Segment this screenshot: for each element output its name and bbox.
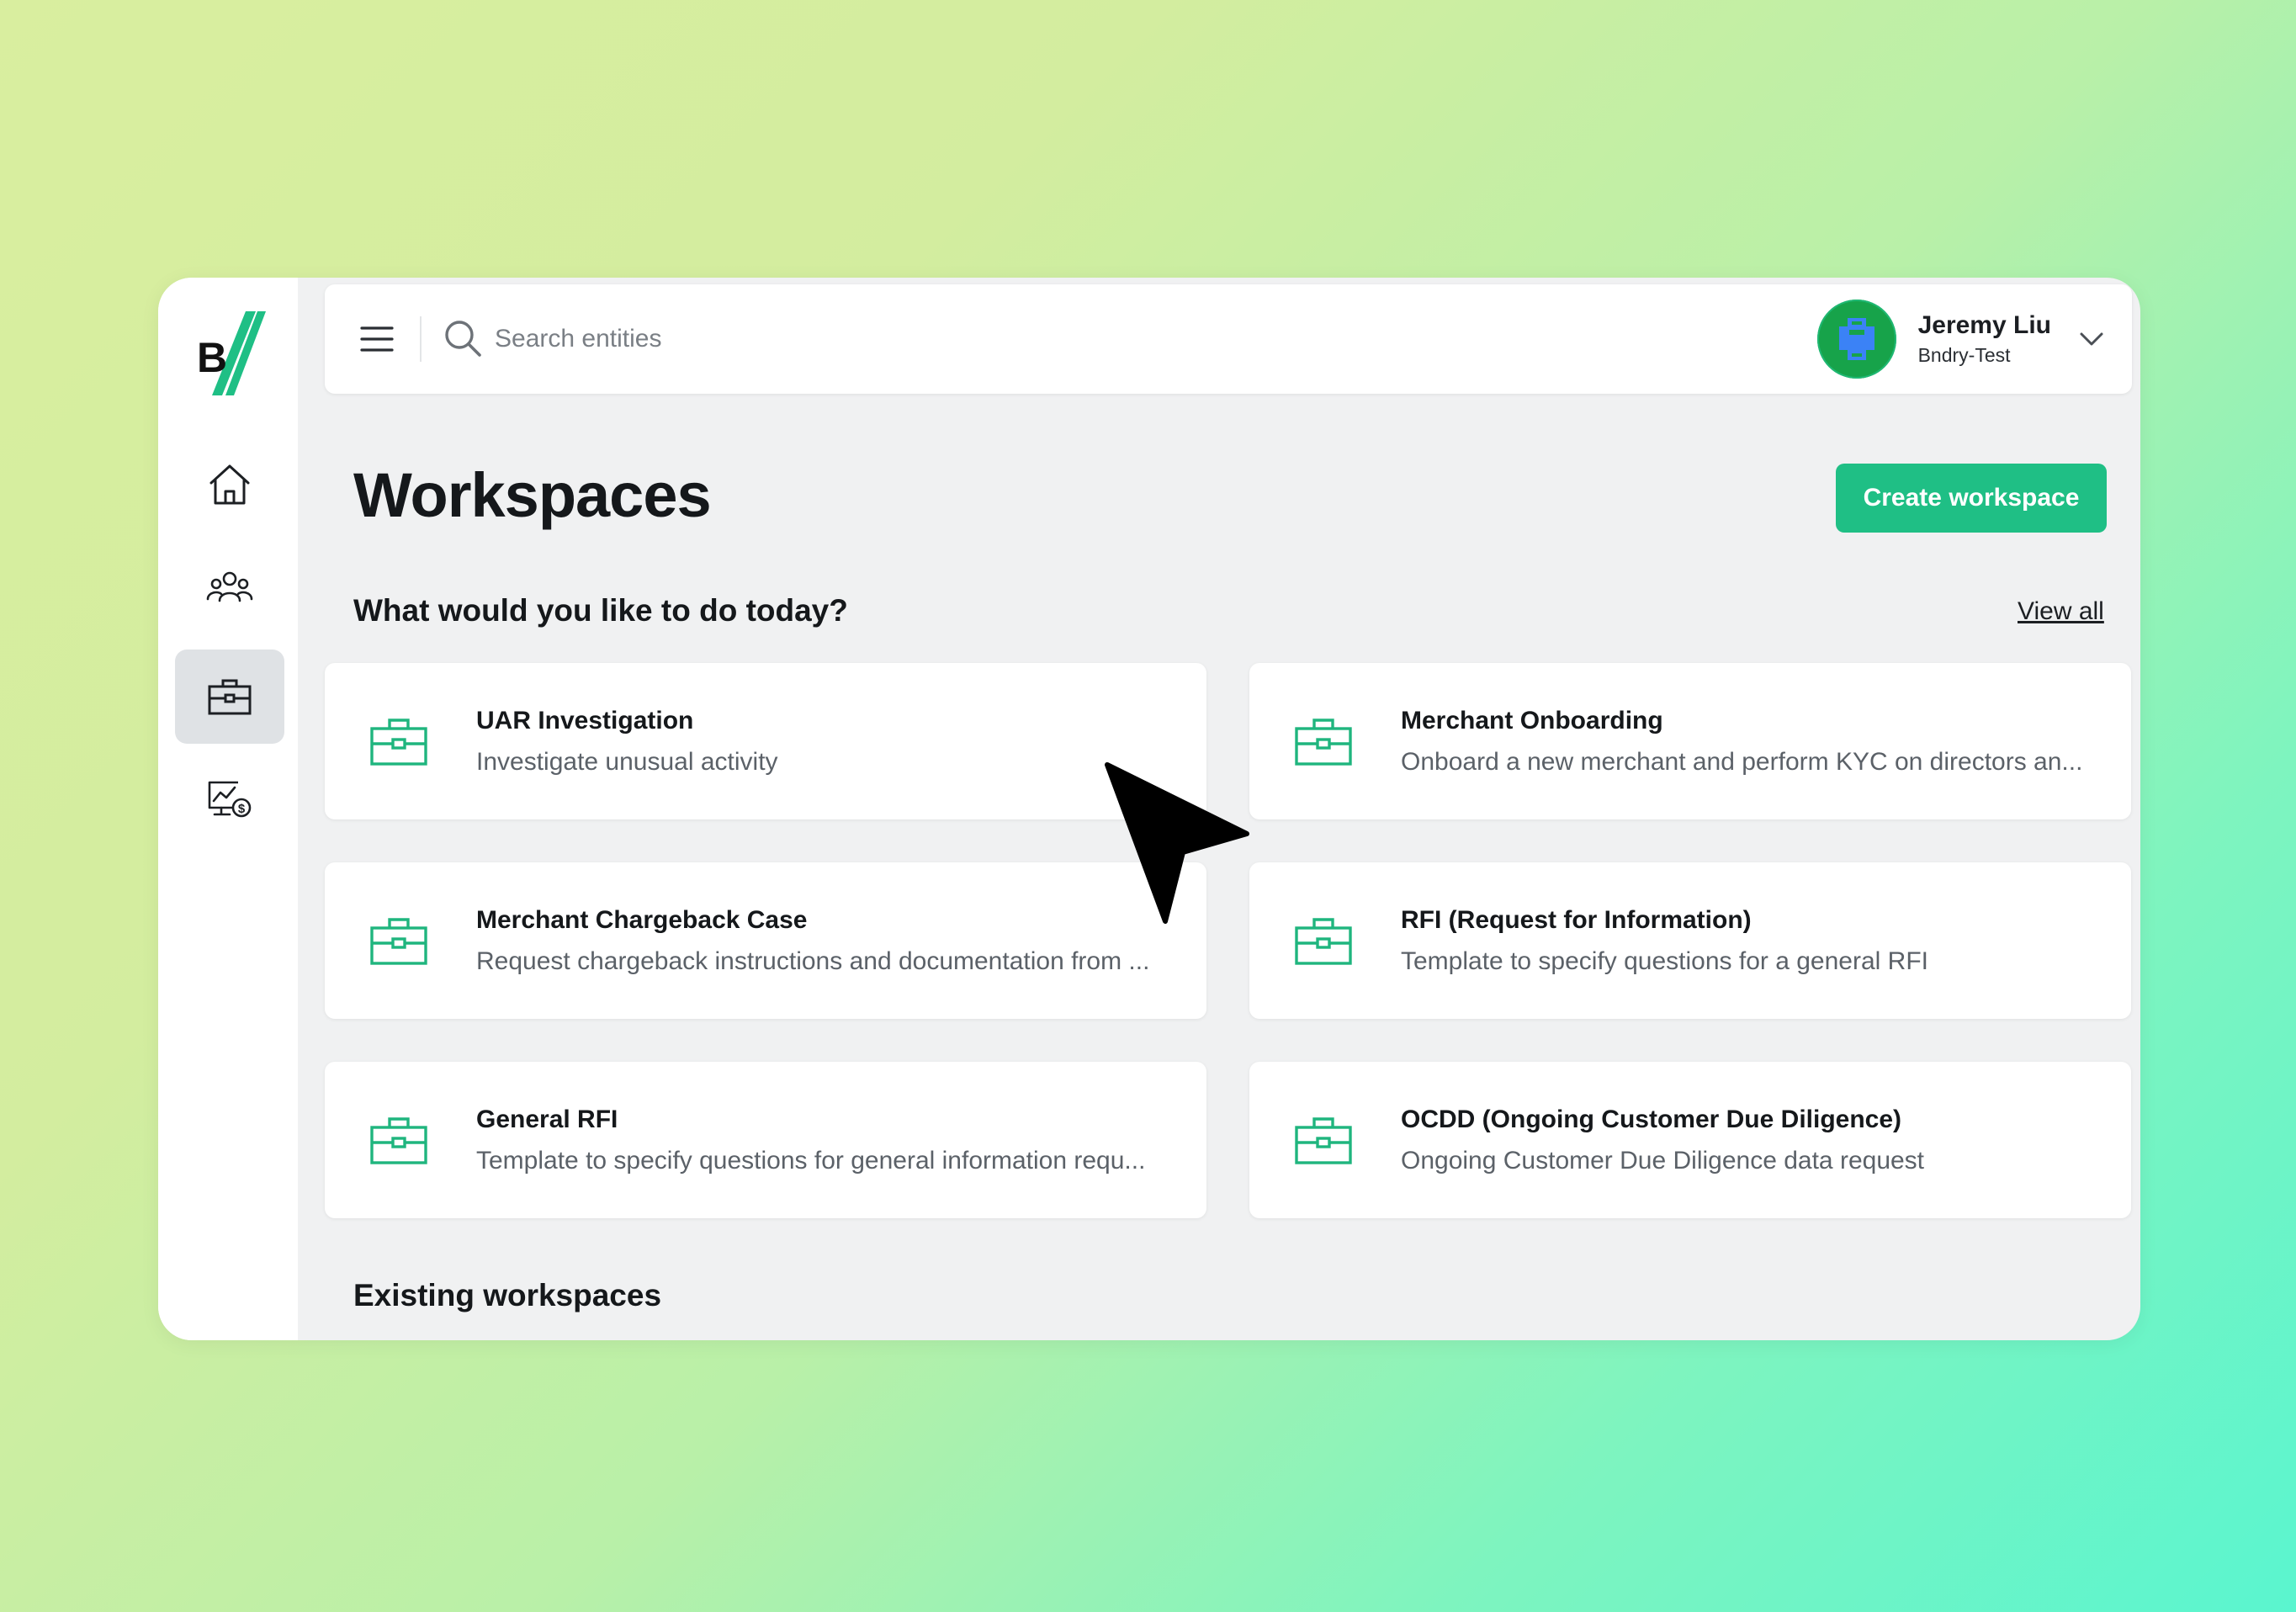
template-card-general-rfi[interactable]: General RFI Template to specify question…	[325, 1062, 1206, 1218]
people-icon	[206, 571, 253, 602]
sidebar-item-workspaces[interactable]	[175, 650, 284, 744]
template-card-merchant-onboarding[interactable]: Merchant Onboarding Onboard a new mercha…	[1249, 663, 2131, 819]
card-title: General RFI	[476, 1106, 618, 1133]
user-menu[interactable]: Jeremy Liu Bndry-Test	[1816, 299, 2107, 379]
card-description: Template to specify questions for genera…	[476, 1147, 1146, 1175]
card-description: Request chargeback instructions and docu…	[476, 947, 1150, 975]
card-description: Onboard a new merchant and perform KYC o…	[1401, 748, 2083, 776]
page-title: Workspaces	[353, 460, 712, 530]
sidebar-item-entities[interactable]	[175, 540, 284, 634]
avatar	[1816, 300, 1896, 379]
logo-letter: B	[197, 334, 227, 381]
menu-button[interactable]	[357, 319, 397, 359]
briefcase-icon	[208, 679, 252, 715]
card-title: RFI (Request for Information)	[1401, 906, 1752, 934]
search-input[interactable]	[495, 315, 1252, 363]
template-card-merchant-chargeback[interactable]: Merchant Chargeback Case Request chargeb…	[325, 862, 1206, 1019]
template-card-uar-investigation[interactable]: UAR Investigation Investigate unusual ac…	[325, 663, 1206, 819]
topbar-divider	[420, 316, 422, 362]
briefcase-icon	[1295, 719, 1352, 766]
hamburger-icon	[360, 326, 394, 352]
user-info: Jeremy Liu Bndry-Test	[1918, 310, 2051, 369]
briefcase-icon	[370, 1117, 427, 1164]
card-description: Template to specify questions for a gene…	[1401, 947, 1928, 975]
sidebar-item-home[interactable]	[175, 437, 284, 532]
chevron-down-icon[interactable]	[2076, 324, 2107, 354]
sidebar: B $	[158, 278, 298, 1340]
existing-workspaces-title: Existing workspaces	[353, 1278, 662, 1312]
user-org: Bndry-Test	[1917, 344, 2011, 366]
top-bar: Jeremy Liu Bndry-Test	[325, 284, 2132, 394]
briefcase-icon	[370, 918, 427, 965]
template-card-ocdd[interactable]: OCDD (Ongoing Customer Due Diligence) On…	[1249, 1062, 2131, 1218]
card-title: OCDD (Ongoing Customer Due Diligence)	[1401, 1106, 1902, 1133]
section-title: What would you like to do today?	[353, 593, 848, 628]
briefcase-icon	[1295, 918, 1352, 965]
search-icon	[445, 321, 481, 357]
app-window: B $ Search entities Jeremy Liu Bndry-Tes…	[158, 278, 2140, 1340]
chart-dollar-icon: $	[208, 781, 252, 818]
sidebar-item-monitoring[interactable]: $	[175, 752, 284, 846]
create-workspace-button[interactable]: Create workspace	[1836, 464, 2107, 533]
card-title: Merchant Onboarding	[1401, 707, 1663, 734]
user-name: Jeremy Liu	[1917, 311, 2051, 339]
view-all-link[interactable]: View all	[2018, 595, 2104, 628]
logo[interactable]: B	[197, 308, 266, 397]
briefcase-icon	[370, 719, 427, 766]
card-title: UAR Investigation	[476, 707, 694, 734]
home-icon	[209, 464, 250, 505]
card-title: Merchant Chargeback Case	[476, 906, 808, 934]
card-description: Investigate unusual activity	[476, 748, 778, 776]
svg-text:$: $	[238, 802, 246, 816]
card-description: Ongoing Customer Due Diligence data requ…	[1401, 1147, 1925, 1175]
briefcase-icon	[1295, 1117, 1352, 1164]
template-card-rfi[interactable]: RFI (Request for Information) Template t…	[1249, 862, 2131, 1019]
